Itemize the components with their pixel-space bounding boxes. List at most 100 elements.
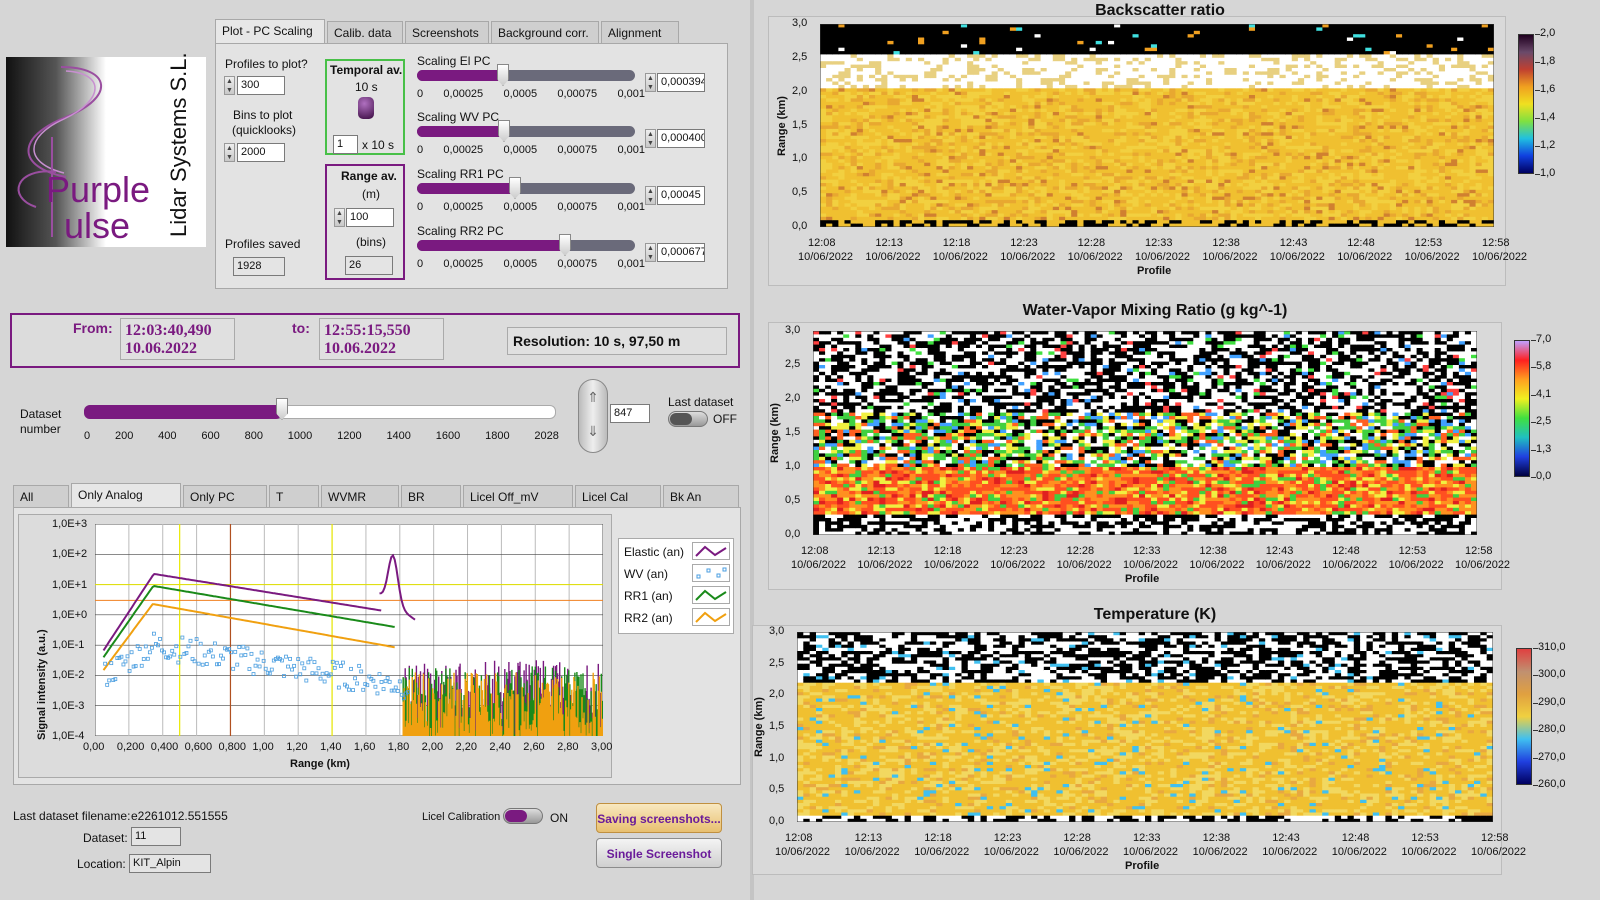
tab-background-corr[interactable]: Background corr. xyxy=(491,21,599,43)
tab-only-pc[interactable]: Only PC xyxy=(183,485,267,507)
quicklook-pixel xyxy=(1046,203,1054,208)
quicklook-pixel xyxy=(997,183,1005,187)
quicklook-pixel xyxy=(1267,24,1274,28)
scaling-value-input[interactable]: 0,00045 xyxy=(657,186,705,205)
profiles-input[interactable]: 300 xyxy=(237,76,285,95)
quicklook-pixel xyxy=(856,183,864,187)
tab-licel-off[interactable]: Licel Off_mV xyxy=(463,485,573,507)
quicklook-pixel xyxy=(875,47,882,52)
quicklook-pixel xyxy=(991,47,999,52)
quicklook-pixel xyxy=(1187,44,1195,49)
scaling-value-input[interactable]: 0,000394 xyxy=(657,73,705,92)
quicklook-pixel xyxy=(967,132,974,137)
scaling-value-input[interactable]: 0,000400 xyxy=(657,129,705,148)
quicklook-pixel xyxy=(1132,24,1140,28)
quicklook-pixel xyxy=(1138,88,1146,93)
licel-cal-toggle[interactable] xyxy=(503,808,543,824)
quicklook-pixel xyxy=(1261,78,1268,82)
quicklook-pixel xyxy=(887,206,894,211)
quicklook-pixel xyxy=(1169,223,1176,227)
tab-t[interactable]: T xyxy=(269,485,319,507)
quicklook-pixel xyxy=(1003,128,1011,133)
quicklook-pixel xyxy=(1224,95,1231,99)
quicklook-pixel xyxy=(881,98,888,103)
quicklook-pixel xyxy=(1089,115,1097,120)
tab-only-analog[interactable]: Only Analog xyxy=(71,483,181,507)
quicklook-pixel xyxy=(850,98,858,103)
profiles-spinner[interactable]: ▲ ▼ xyxy=(224,76,235,95)
tab-all[interactable]: All xyxy=(13,485,69,507)
quicklook-pixel xyxy=(985,132,992,137)
quicklook-pixel xyxy=(1181,101,1189,106)
tab-licel-cal[interactable]: Licel Cal xyxy=(575,485,661,507)
quicklook-pixel xyxy=(1279,155,1287,160)
quicklook-pixel xyxy=(1163,24,1170,28)
quicklook-pixel xyxy=(991,183,999,187)
quicklook-pixel xyxy=(960,179,968,184)
quicklook-pixel xyxy=(954,84,962,89)
last-dataset-toggle[interactable] xyxy=(668,411,708,427)
saving-screenshots-button[interactable]: Saving screenshots... xyxy=(596,803,722,833)
quicklook-pixel xyxy=(1169,37,1176,42)
quicklook-pixel xyxy=(1279,101,1287,106)
quicklook-pixel xyxy=(826,139,833,143)
quicklook-pixel xyxy=(942,179,950,184)
quicklook-pixel xyxy=(1242,57,1250,62)
quicklook-pixel xyxy=(936,216,943,221)
quicklook-pixel xyxy=(1236,95,1244,99)
quicklook-pixel xyxy=(1218,186,1225,191)
dataset-stepper[interactable]: ⇑ ⇓ xyxy=(578,379,608,453)
single-screenshot-button[interactable]: Single Screenshot xyxy=(596,838,722,868)
tab-wvmr[interactable]: WVMR xyxy=(321,485,399,507)
quicklook-pixel xyxy=(1230,64,1238,69)
quicklook-pixel xyxy=(1040,27,1048,32)
quicklook-pixel xyxy=(1016,183,1023,187)
quicklook-pixel xyxy=(1009,54,1017,59)
quicklook-pixel xyxy=(918,122,925,126)
quicklook-pixel xyxy=(881,71,888,76)
bins-spinner[interactable]: ▲ ▼ xyxy=(224,143,235,162)
quicklook-pixel xyxy=(1003,44,1011,49)
range-av-spinner[interactable]: ▲ ▼ xyxy=(334,208,345,227)
quicklook-pixel xyxy=(924,203,931,208)
quicklook-pixel xyxy=(918,95,925,99)
quicklook-pixel xyxy=(844,128,852,133)
scaling-spinner[interactable]: ▲ ▼ xyxy=(645,73,656,92)
tab-alignment[interactable]: Alignment xyxy=(601,21,679,43)
quicklook-pixel xyxy=(948,81,956,86)
temporal-toggle-icon[interactable] xyxy=(358,97,374,119)
tab-plot-pc-scaling[interactable]: Plot - PC Scaling xyxy=(215,19,325,43)
quicklook-pixel xyxy=(838,166,845,170)
quicklook-pixel xyxy=(826,71,833,76)
range-av-m-input[interactable]: 100 xyxy=(346,208,394,227)
quicklook-pixel xyxy=(1187,30,1195,35)
scaling-value-input[interactable]: 0,000677 xyxy=(657,243,705,262)
quicklook-pixel xyxy=(856,155,864,160)
scaling-spinner[interactable]: ▲ ▼ xyxy=(645,186,656,205)
tab-br[interactable]: BR xyxy=(401,485,461,507)
temporal-av-input[interactable]: 1 xyxy=(333,135,358,154)
quicklook-pixel xyxy=(844,206,852,211)
quicklook-pixel xyxy=(1089,145,1097,150)
quicklook-pixel xyxy=(826,54,833,59)
quicklook-pixel xyxy=(1120,210,1127,214)
quicklook-pixel xyxy=(1255,155,1262,160)
quicklook-pixel xyxy=(1120,78,1127,82)
quicklook-pixel xyxy=(1009,155,1017,160)
dataset-number-input[interactable]: 847 xyxy=(610,404,650,423)
tab-calib-data[interactable]: Calib. data xyxy=(327,21,403,43)
scaling-spinner[interactable]: ▲ ▼ xyxy=(645,129,656,148)
quicklook-pixel xyxy=(832,220,839,225)
quicklook-pixel xyxy=(844,78,852,82)
bins-input[interactable]: 2000 xyxy=(237,143,285,162)
scaling-slider-fill xyxy=(417,70,503,81)
quicklook-pixel xyxy=(905,68,913,72)
quicklook-pixel xyxy=(1089,61,1097,66)
quicklook-pixel xyxy=(1248,206,1256,211)
quicklook-pixel xyxy=(1071,98,1078,103)
scaling-spinner[interactable]: ▲ ▼ xyxy=(645,243,656,262)
tab-bk-an[interactable]: Bk An xyxy=(663,485,739,507)
tab-screenshots[interactable]: Screenshots xyxy=(405,21,489,43)
quicklook-pixel xyxy=(1236,98,1244,103)
quicklook-pixel xyxy=(948,71,956,76)
